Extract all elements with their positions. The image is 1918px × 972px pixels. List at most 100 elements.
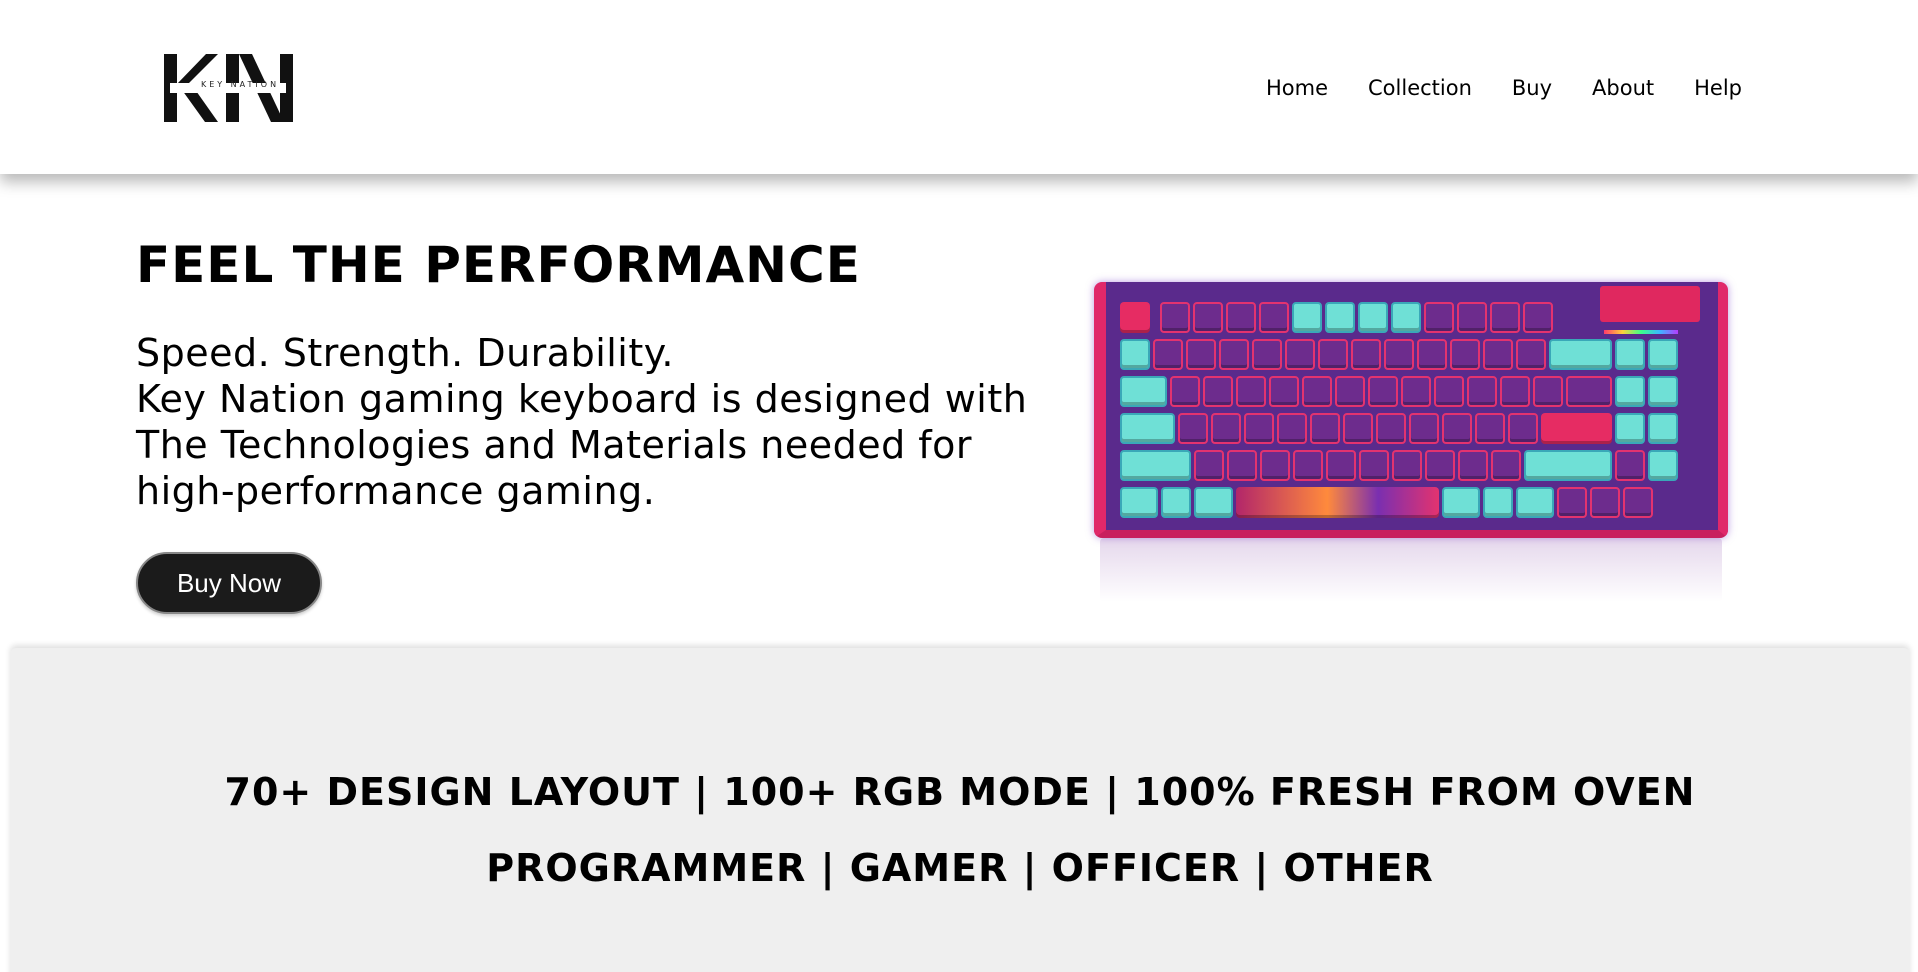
- keycap: [1423, 302, 1454, 333]
- keyboard-gap: [1153, 302, 1160, 336]
- main-nav: Home Collection Buy About Help: [1266, 76, 1742, 100]
- keycap: [1120, 339, 1150, 370]
- keycap: [1417, 339, 1447, 370]
- keycap: [1623, 487, 1654, 518]
- nav-about[interactable]: About: [1592, 76, 1654, 100]
- keycap: [1219, 339, 1249, 370]
- keycap: [1441, 413, 1472, 444]
- key-nation-logo[interactable]: KEY NATION: [160, 50, 296, 126]
- keycap: [1324, 302, 1355, 333]
- keycap: [1532, 376, 1563, 407]
- keycap: [1235, 376, 1266, 407]
- keycap: [1359, 450, 1390, 481]
- keycap: [1186, 339, 1216, 370]
- keycap: [1293, 450, 1324, 481]
- hero-title: FEEL THE PERFORMANCE: [136, 236, 861, 294]
- keycap: [1615, 413, 1645, 444]
- keycap: [1357, 302, 1388, 333]
- keycap: [1516, 339, 1546, 370]
- keycap: [1648, 376, 1678, 407]
- keycap: [1342, 413, 1373, 444]
- buy-now-button[interactable]: Buy Now: [136, 552, 322, 614]
- site-header: KEY NATION Home Collection Buy About Hel…: [0, 0, 1918, 174]
- hero-description-line: high-performance gaming.: [136, 469, 656, 513]
- keycap: [1252, 339, 1282, 370]
- keycap: [1483, 487, 1513, 518]
- features-section: 70+ DESIGN LAYOUT | 100+ RGB MODE | 100%…: [10, 648, 1910, 972]
- nav-help[interactable]: Help: [1694, 76, 1742, 100]
- keyboard-row: [1120, 487, 1710, 521]
- keycap: [1408, 413, 1439, 444]
- keycap: [1120, 302, 1150, 333]
- hero-description-line: The Technologies and Materials needed fo…: [136, 423, 973, 467]
- nav-buy[interactable]: Buy: [1512, 76, 1552, 100]
- keycap: [1648, 413, 1678, 444]
- hero-tagline: Speed. Strength. Durability.: [136, 331, 674, 375]
- keycap: [1491, 450, 1522, 481]
- keycap: [1615, 376, 1645, 407]
- keycap: [1392, 450, 1423, 481]
- keycap: [1400, 376, 1431, 407]
- nav-collection[interactable]: Collection: [1368, 76, 1472, 100]
- keycap: [1524, 450, 1612, 481]
- keycap: [1540, 413, 1612, 444]
- keyboard-reflection: [1100, 538, 1722, 602]
- keyboard-row: [1120, 450, 1710, 484]
- keycap: [1159, 302, 1190, 333]
- keycap: [1301, 376, 1332, 407]
- keycap: [1210, 413, 1241, 444]
- keycap: [1192, 302, 1223, 333]
- keycap: [1499, 376, 1530, 407]
- keycap: [1615, 339, 1645, 370]
- keycap: [1590, 487, 1621, 518]
- keycap: [1120, 413, 1175, 444]
- keycap: [1260, 450, 1291, 481]
- keycap: [1375, 413, 1406, 444]
- keyboard-keys: [1120, 302, 1710, 524]
- keycap: [1227, 450, 1258, 481]
- keycap: [1390, 302, 1421, 333]
- keycap: [1466, 376, 1497, 407]
- keycap: [1425, 450, 1456, 481]
- keycap: [1153, 339, 1183, 370]
- keyboard-product-image: [1094, 282, 1728, 602]
- keycap: [1194, 450, 1225, 481]
- keycap: [1522, 302, 1553, 333]
- features-stats: 70+ DESIGN LAYOUT | 100+ RGB MODE | 100%…: [224, 770, 1696, 814]
- keycap: [1309, 413, 1340, 444]
- keycap: [1516, 487, 1555, 518]
- keyboard-spacebar: [1235, 487, 1439, 518]
- keycap: [1318, 339, 1348, 370]
- keycap: [1120, 376, 1167, 407]
- keycap: [1276, 413, 1307, 444]
- keycap: [1334, 376, 1365, 407]
- features-audience: PROGRAMMER | GAMER | OFFICER | OTHER: [486, 846, 1434, 890]
- logo-subtitle: KEY NATION: [200, 80, 280, 89]
- keycap: [1615, 450, 1645, 481]
- keycap: [1291, 302, 1322, 333]
- keycap: [1441, 487, 1480, 518]
- keycap: [1161, 487, 1192, 518]
- keycap: [1458, 450, 1489, 481]
- keycap: [1648, 339, 1678, 370]
- keycap: [1557, 487, 1588, 518]
- keycap: [1507, 413, 1538, 444]
- keycap: [1225, 302, 1256, 333]
- keyboard-row: [1120, 339, 1710, 373]
- keycap: [1258, 302, 1289, 333]
- nav-home[interactable]: Home: [1266, 76, 1328, 100]
- keycap: [1351, 339, 1381, 370]
- keycap: [1384, 339, 1414, 370]
- keycap: [1433, 376, 1464, 407]
- keycap: [1285, 339, 1315, 370]
- keyboard-row: [1120, 376, 1710, 410]
- keycap: [1489, 302, 1520, 333]
- keycap: [1169, 376, 1200, 407]
- hero-description: Speed. Strength. Durability. Key Nation …: [136, 330, 1036, 514]
- keycap: [1120, 487, 1159, 518]
- keyboard-row: [1120, 413, 1710, 447]
- keycap: [1177, 413, 1208, 444]
- keyboard-row: [1120, 302, 1710, 336]
- hero-description-line: Key Nation gaming keyboard is designed w…: [136, 377, 1028, 421]
- keycap: [1456, 302, 1487, 333]
